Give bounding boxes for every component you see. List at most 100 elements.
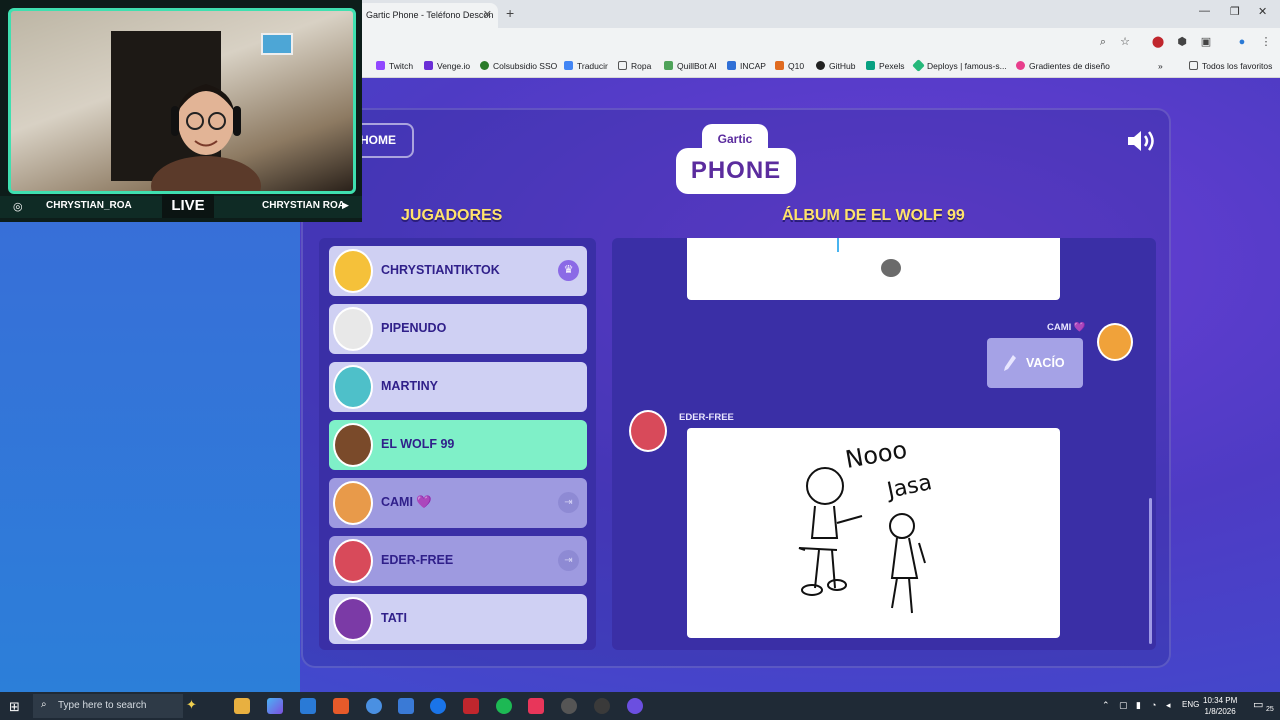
- webcam-left-name: CHRYSTIAN_ROA: [46, 200, 132, 211]
- player-row[interactable]: EDER-FREE ⇥: [329, 536, 587, 586]
- drawing-word: Nooo: [843, 436, 909, 474]
- bookmark-colsubsidio[interactable]: Colsubsidio SSO: [480, 61, 557, 71]
- bookmark-label: Gradientes de diseño: [1029, 61, 1110, 71]
- bookmark-github[interactable]: GitHub: [816, 61, 855, 71]
- store-icon[interactable]: [300, 698, 316, 714]
- logo-bottom-text: PHONE: [690, 157, 782, 184]
- bookmark-gradientes[interactable]: Gradientes de diseño: [1016, 61, 1110, 71]
- bookmark-q10[interactable]: Q10: [775, 61, 804, 71]
- player-row[interactable]: CHRYSTIANTIKTOK ♛: [329, 246, 587, 296]
- drawing-blob: [881, 259, 901, 277]
- chrome-icon[interactable]: [366, 698, 382, 714]
- windows-start-icon[interactable]: ⊞: [9, 699, 20, 715]
- gradient-icon: [1016, 61, 1025, 70]
- drawing-word: Jasa: [883, 470, 934, 504]
- players-panel: CHRYSTIANTIKTOK ♛ PIPENUDO MARTINY EL WO…: [319, 238, 596, 650]
- webcam-frame: [8, 8, 356, 194]
- taskbar-clock[interactable]: 10:34 PM 1/8/2026: [1203, 695, 1237, 717]
- obs-icon[interactable]: [561, 698, 577, 714]
- volume-icon[interactable]: [1126, 128, 1158, 154]
- webcam-right-name: CHRYSTIAN ROA: [262, 200, 345, 211]
- player-avatar: [333, 365, 373, 409]
- tray-overflow-icon[interactable]: ⌃: [1102, 700, 1110, 711]
- bookmark-label: Venge.io: [437, 61, 471, 71]
- vscode-icon[interactable]: [398, 698, 414, 714]
- bookmark-twitch[interactable]: Twitch: [376, 61, 413, 71]
- search-icon: ⌕: [41, 699, 47, 710]
- exit-icon: ⇥: [558, 492, 579, 513]
- restore-icon[interactable]: ❐: [1230, 5, 1240, 18]
- language-indicator[interactable]: ENG: [1182, 700, 1199, 709]
- extension-icon[interactable]: ⬤: [1151, 35, 1165, 49]
- copilot-icon[interactable]: [267, 698, 283, 714]
- notification-count: 25: [1266, 706, 1274, 713]
- bookmarks-overflow-icon[interactable]: »: [1158, 61, 1163, 71]
- bookmark-all-favorites[interactable]: Todos los favoritos: [1189, 61, 1272, 71]
- new-tab-icon[interactable]: +: [506, 5, 514, 21]
- close-window-icon[interactable]: ✕: [1258, 5, 1267, 18]
- steam-icon[interactable]: [594, 698, 610, 714]
- zoom-icon[interactable]: ⌕: [1096, 35, 1110, 49]
- tiktok-icon[interactable]: [528, 698, 544, 714]
- profile-avatar-icon[interactable]: ●: [1235, 35, 1249, 49]
- player-name: TATI: [381, 611, 407, 625]
- bookmark-traducir[interactable]: Traducir: [564, 61, 608, 71]
- album-scrollbar[interactable]: [1149, 498, 1152, 644]
- notification-icon[interactable]: ▭: [1253, 698, 1263, 711]
- player-avatar: [333, 539, 373, 583]
- menu-dots-icon[interactable]: ⋮: [1259, 35, 1273, 49]
- empty-answer-bubble: VACÍO: [987, 338, 1083, 388]
- player-name: CAMI 💜: [381, 495, 432, 509]
- bookmark-label: Pexels: [879, 61, 905, 71]
- bookmark-venge[interactable]: Venge.io: [424, 61, 470, 71]
- tray-app-icon[interactable]: ▢: [1119, 700, 1128, 711]
- bookmark-pexels[interactable]: Pexels: [866, 61, 905, 71]
- colsubsidio-icon: [480, 61, 489, 70]
- player-avatar: [333, 423, 373, 467]
- star-icon[interactable]: ☆: [1118, 35, 1132, 49]
- minimize-icon[interactable]: —: [1199, 5, 1210, 17]
- player-row[interactable]: PIPENUDO: [329, 304, 587, 354]
- bookmark-label: INCAP: [740, 61, 766, 71]
- close-tab-icon[interactable]: ✕: [483, 8, 492, 21]
- tf-app-icon[interactable]: [463, 698, 479, 714]
- player-row[interactable]: MARTINY: [329, 362, 587, 412]
- player-row[interactable]: TATI: [329, 594, 587, 644]
- speaker-icon[interactable]: ◂: [1166, 700, 1171, 711]
- exit-icon: ⇥: [558, 550, 579, 571]
- bookmark-quillbot[interactable]: QuillBot AI: [664, 61, 717, 71]
- discord-icon[interactable]: [627, 698, 643, 714]
- spotify-icon[interactable]: [496, 698, 512, 714]
- author-avatar-eder: [629, 410, 667, 452]
- bookmark-label: Q10: [788, 61, 805, 71]
- folder-icon: [1189, 61, 1198, 70]
- brave-icon[interactable]: [333, 698, 349, 714]
- player-row-active[interactable]: EL WOLF 99: [329, 420, 587, 470]
- browser-icon[interactable]: [430, 698, 446, 714]
- shield-icon[interactable]: ⬢: [1175, 35, 1189, 49]
- taskbar-search[interactable]: ⌕ Type here to search: [33, 694, 183, 718]
- player-row[interactable]: CAMI 💜 ⇥: [329, 478, 587, 528]
- wifi-icon[interactable]: ◔: [1151, 700, 1156, 710]
- player-name: EDER-FREE: [381, 553, 454, 567]
- bookmark-ropa[interactable]: Ropa: [618, 61, 651, 71]
- author-label-cami: CAMI 💜: [1047, 322, 1086, 333]
- tab-gartic-phone[interactable]: Gartic Phone - Teléfono Descon ✕: [356, 3, 498, 28]
- search-placeholder: Type here to search: [58, 700, 147, 711]
- bookmark-deploys[interactable]: Deploys | famous-s...: [912, 59, 1007, 72]
- translate-icon: [564, 61, 573, 70]
- copilot-sparkle-icon[interactable]: ✦: [186, 697, 197, 713]
- webcam-poster: [261, 33, 293, 55]
- puzzle-icon[interactable]: ▣: [1199, 35, 1213, 49]
- bookmark-incap[interactable]: INCAP: [727, 61, 766, 71]
- player-name: EL WOLF 99: [381, 437, 455, 451]
- empty-label: VACÍO: [1026, 356, 1065, 370]
- microphone-icon[interactable]: ▮: [1136, 700, 1141, 711]
- clock-date: 1/8/2026: [1204, 707, 1236, 716]
- home-label: HOME: [360, 133, 396, 147]
- album-title: ÁLBUM DE EL WOLF 99: [782, 207, 965, 224]
- file-explorer-icon[interactable]: [234, 698, 250, 714]
- player-avatar: [333, 249, 373, 293]
- album-panel: CAMI 💜 VACÍO EDER-FREE Nooo Jasa: [612, 238, 1156, 650]
- bookmark-label: Colsubsidio SSO: [493, 61, 558, 71]
